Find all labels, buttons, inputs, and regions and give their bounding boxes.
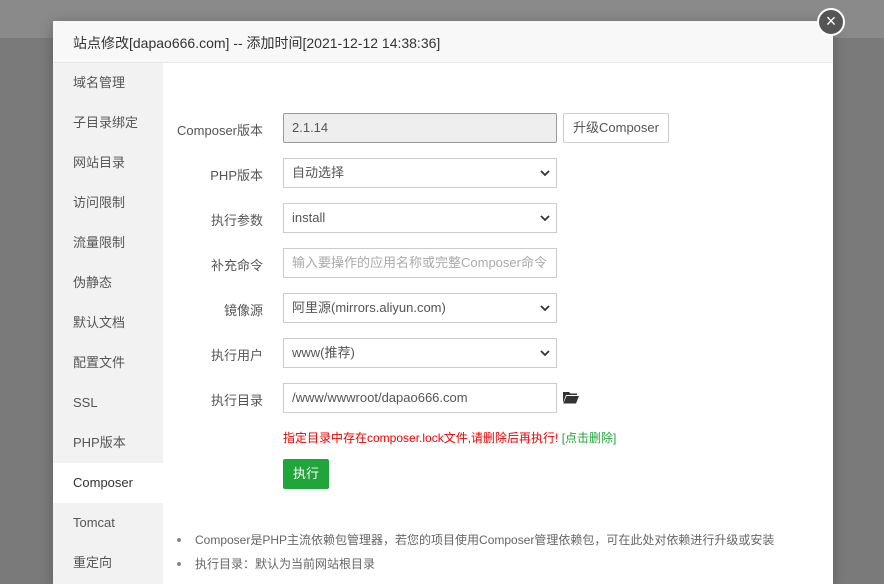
dialog-title: 站点修改[dapao666.com] -- 添加时间[2021-12-12 14…	[73, 35, 441, 51]
extra-cmd-input[interactable]: 输入要操作的应用名称或完整Composer命令	[283, 248, 557, 278]
close-icon[interactable]: ×	[817, 8, 845, 36]
chevron-down-icon	[540, 215, 550, 222]
composer-lock-warning: 指定目录中存在composer.lock文件,请删除后再执行! [点击删除]	[283, 429, 616, 446]
settings-sidebar: 域名管理 子目录绑定 网站目录 访问限制 流量限制 伪静态 默认文档 配置文件 …	[53, 63, 163, 584]
exec-dir-row: 执行目录 /www/wwwroot/dapao666.com	[163, 383, 833, 413]
exec-args-label: 执行参数	[210, 213, 263, 228]
extra-cmd-row: 补充命令 输入要操作的应用名称或完整Composer命令	[163, 248, 833, 278]
help-notes: Composer是PHP主流依赖包管理器，若您的项目使用Composer管理依赖…	[175, 528, 825, 576]
exec-user-row: 执行用户 www(推荐)	[163, 338, 833, 368]
exec-args-select[interactable]: install	[283, 203, 557, 233]
sidebar-item-subdir-binding[interactable]: 子目录绑定	[53, 103, 163, 143]
chevron-down-icon	[540, 170, 550, 177]
composer-version-label: Composer版本	[177, 123, 263, 138]
sidebar-item-php-version[interactable]: PHP版本	[53, 423, 163, 463]
warning-text: 指定目录中存在composer.lock文件,请删除后再执行!	[283, 431, 559, 445]
mirror-label: 镜像源	[223, 303, 263, 318]
composer-panel: Composer版本 2.1.14 升级Composer PHP版本 自动选择 …	[163, 63, 833, 584]
exec-dir-input[interactable]: /www/wwwroot/dapao666.com	[283, 383, 557, 413]
composer-version-row: Composer版本 2.1.14 升级Composer	[163, 113, 833, 143]
note-item: 执行目录：默认为当前网站根目录	[175, 552, 825, 576]
exec-user-selected: www(推荐)	[292, 345, 355, 360]
exec-user-label: 执行用户	[210, 348, 263, 363]
folder-icon[interactable]	[563, 391, 579, 404]
php-version-row: PHP版本 自动选择	[163, 158, 833, 188]
chevron-down-icon	[540, 350, 550, 357]
exec-user-select[interactable]: www(推荐)	[283, 338, 557, 368]
site-edit-dialog: 站点修改[dapao666.com] -- 添加时间[2021-12-12 14…	[53, 21, 833, 584]
sidebar-item-composer[interactable]: Composer	[53, 463, 163, 503]
delete-lock-link[interactable]: [点击删除]	[562, 431, 617, 445]
sidebar-item-config-file[interactable]: 配置文件	[53, 343, 163, 383]
note-item: Composer是PHP主流依赖包管理器，若您的项目使用Composer管理依赖…	[175, 528, 825, 552]
php-version-label: PHP版本	[210, 168, 263, 183]
mirror-select[interactable]: 阿里源(mirrors.aliyun.com)	[283, 293, 557, 323]
sidebar-item-tomcat[interactable]: Tomcat	[53, 503, 163, 543]
mirror-row: 镜像源 阿里源(mirrors.aliyun.com)	[163, 293, 833, 323]
mirror-selected: 阿里源(mirrors.aliyun.com)	[292, 300, 446, 315]
sidebar-item-access-limit[interactable]: 访问限制	[53, 183, 163, 223]
php-version-select[interactable]: 自动选择	[283, 158, 557, 188]
sidebar-item-domain[interactable]: 域名管理	[53, 63, 163, 103]
sidebar-item-default-doc[interactable]: 默认文档	[53, 303, 163, 343]
composer-version-field: 2.1.14	[283, 113, 557, 143]
sidebar-item-ssl[interactable]: SSL	[53, 383, 163, 423]
chevron-down-icon	[540, 305, 550, 312]
exec-args-selected: install	[292, 210, 326, 225]
run-button[interactable]: 执行	[283, 459, 329, 489]
php-version-selected: 自动选择	[292, 165, 345, 180]
exec-args-row: 执行参数 install	[163, 203, 833, 233]
sidebar-item-traffic-limit[interactable]: 流量限制	[53, 223, 163, 263]
dialog-title-bar: 站点修改[dapao666.com] -- 添加时间[2021-12-12 14…	[53, 21, 833, 63]
extra-cmd-label: 补充命令	[210, 258, 263, 273]
exec-dir-label: 执行目录	[210, 393, 263, 408]
sidebar-item-redirect[interactable]: 重定向	[53, 543, 163, 583]
sidebar-item-rewrite[interactable]: 伪静态	[53, 263, 163, 303]
upgrade-composer-button[interactable]: 升级Composer	[563, 113, 669, 143]
sidebar-item-site-dir[interactable]: 网站目录	[53, 143, 163, 183]
